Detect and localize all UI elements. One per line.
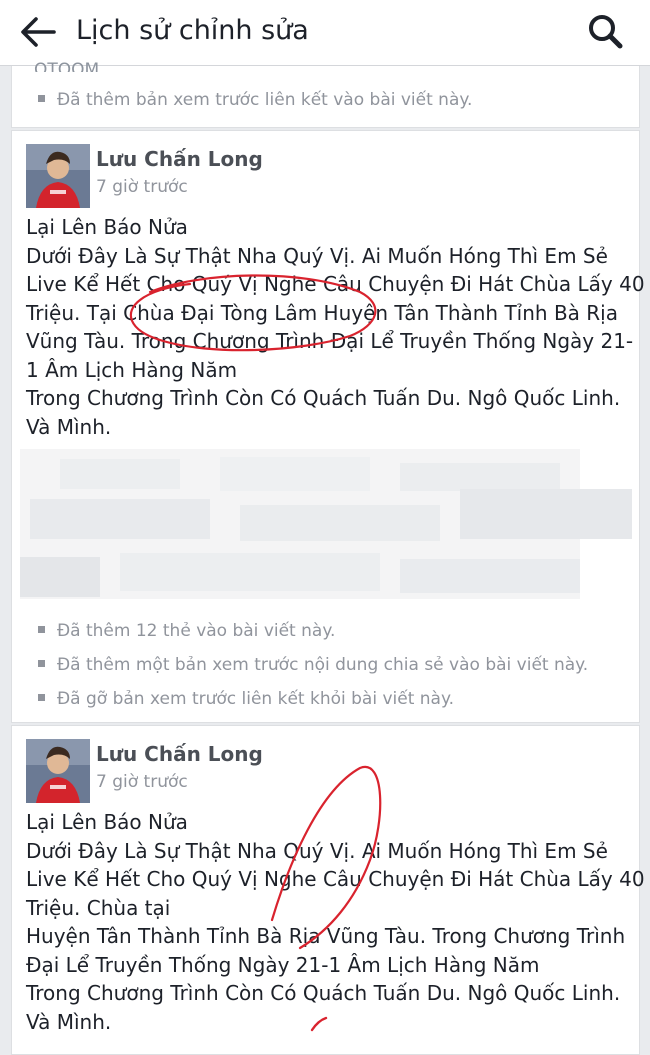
edit-note-text: Đã gỡ bản xem trước liên kết khỏi bài vi… <box>57 689 455 709</box>
arrow-left-icon[interactable] <box>18 14 58 50</box>
page-title: Lịch sử chỉnh sửa <box>76 15 309 46</box>
avatar[interactable] <box>26 144 90 208</box>
post-line: Trong Chương Trình Còn Có Quách Tuấn Du.… <box>26 981 621 1005</box>
edit-note: Đã thêm bản xem trước liên kết vào bài v… <box>38 90 472 110</box>
top-app-bar: Lịch sử chỉnh sửa <box>0 0 650 66</box>
edit-note: Đã thêm một bản xem trước nội dung chia … <box>38 655 588 675</box>
blurred-tags-preview <box>20 449 632 599</box>
bullet-icon <box>38 659 45 667</box>
revision-card: Lưu Chấn Long 7 giờ trước Lại Lên Báo Nử… <box>11 130 645 723</box>
post-line: Dưới Đây Là Sự Thật Nha Quý Vị. Ai Muốn … <box>26 838 608 863</box>
revision-card-partial: QTQOM Đã thêm bản xem trước liên kết vào… <box>11 60 640 128</box>
bullet-icon <box>38 94 45 102</box>
cut-off-text: QTQOM <box>34 60 100 72</box>
search-icon[interactable] <box>586 12 626 52</box>
post-line: Triệu. Tại Chùa Đại Tòng Lâm Huyện Tân T… <box>26 300 618 325</box>
post-time[interactable]: 7 giờ trước <box>96 772 188 792</box>
post-line: Lại Lên Báo Nửa <box>26 215 188 239</box>
post-line: Và Mình. <box>26 414 112 439</box>
revision-card: Lưu Chấn Long 7 giờ trước Lại Lên Báo Nử… <box>11 725 645 1055</box>
post-line: Trong Chương Trình Còn Có Quách Tuấn Du.… <box>26 386 621 410</box>
post-line: Và Mình. <box>26 1009 112 1034</box>
edit-note-text: Đã thêm 12 thẻ vào bài viết này. <box>57 621 336 641</box>
post-text: Lại Lên Báo Nửa Dưới Đây Là Sự Thật Nha … <box>26 213 645 441</box>
edit-note: Đã thêm 12 thẻ vào bài viết này. <box>38 621 335 641</box>
post-line: Lại Lên Báo Nửa <box>26 810 188 834</box>
post-text: Lại Lên Báo Nửa Dưới Đây Là Sự Thật Nha … <box>26 808 645 1036</box>
post-line: Live Kể Hết Cho Quý Vị Nghe Câu Chuyện Đ… <box>26 272 645 296</box>
post-line: Dưới Đây Là Sự Thật Nha Quý Vị. Ai Muốn … <box>26 243 608 268</box>
post-time[interactable]: 7 giờ trước <box>96 177 188 197</box>
bullet-icon <box>38 693 45 701</box>
author-name[interactable]: Lưu Chấn Long <box>96 742 263 766</box>
post-line: Vũng Tàu. Trong Chương Trình Đại Lể Truy… <box>26 329 634 353</box>
author-name[interactable]: Lưu Chấn Long <box>96 147 263 171</box>
post-line: Live Kể Hết Cho Quý Vị Nghe Câu Chuyện Đ… <box>26 867 645 891</box>
edit-note-text: Đã thêm bản xem trước liên kết vào bài v… <box>57 90 473 110</box>
post-line: Huyện Tân Thành Tỉnh Bà Rịa Vũng Tàu. Tr… <box>26 924 626 948</box>
post-line: Đại Lể Truyền Thống Ngày 21-1 Âm Lịch Hà… <box>26 952 540 977</box>
avatar[interactable] <box>26 739 90 803</box>
edit-note-text: Đã thêm một bản xem trước nội dung chia … <box>57 655 589 675</box>
bullet-icon <box>38 625 45 633</box>
post-line: 1 Âm Lịch Hàng Năm <box>26 357 238 382</box>
post-line: Triệu. Chùa tại <box>26 895 171 920</box>
edit-note: Đã gỡ bản xem trước liên kết khỏi bài vi… <box>38 689 454 709</box>
